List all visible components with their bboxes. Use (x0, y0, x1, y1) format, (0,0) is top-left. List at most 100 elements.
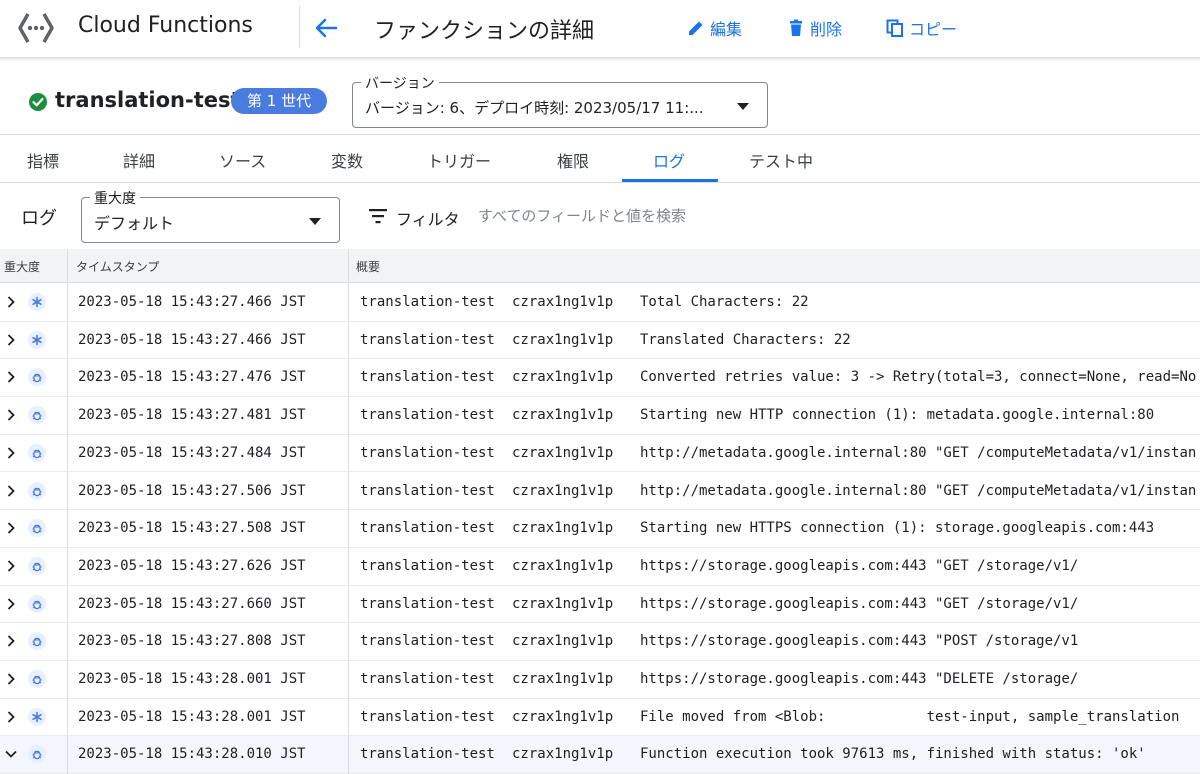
log-summary: Starting new HTTPS connection (1): stora… (640, 520, 1155, 537)
column-header-summary[interactable]: 概要 (356, 258, 380, 275)
log-summary: https://storage.googleapis.com:443 "DELE… (640, 671, 1079, 687)
log-function-name: translation-test (360, 331, 495, 348)
bug-icon (32, 411, 42, 421)
dropdown-arrow-icon (737, 103, 749, 110)
log-execution-id: czrax1ng1v1p (512, 520, 614, 537)
filter-icon[interactable] (368, 207, 388, 225)
tab-permissions[interactable]: 権限 (557, 148, 589, 172)
severity-select[interactable]: 重大度 デフォルト (81, 188, 340, 243)
severity-debug-icon (28, 406, 46, 425)
log-execution-id: czrax1ng1v1p (512, 331, 614, 348)
tab-triggers[interactable]: トリガー (427, 148, 491, 172)
column-header-timestamp[interactable]: タイムスタンプ (76, 258, 159, 275)
log-row[interactable]: 2023-05-18 15:43:27.626 JST translation-t… (0, 548, 1200, 586)
chevron-right-icon[interactable] (4, 559, 18, 573)
log-row[interactable]: 2023-05-18 15:43:28.010 JST translation-t… (0, 736, 1200, 774)
log-row[interactable]: 2023-05-18 15:43:27.506 JST translation-t… (0, 473, 1200, 511)
chevron-right-icon[interactable] (4, 634, 18, 648)
generation-badge: 第 1 世代 (231, 88, 328, 114)
log-execution-id: czrax1ng1v1p (512, 633, 614, 650)
filter-label[interactable]: フィルタ (396, 206, 460, 230)
severity-debug-icon (28, 368, 46, 387)
severity-debug-icon (28, 594, 46, 613)
severity-default-icon (28, 707, 46, 726)
tab-logs[interactable]: ログ (653, 148, 685, 172)
log-execution-id: czrax1ng1v1p (512, 444, 614, 461)
severity-debug-icon (28, 745, 46, 764)
log-timestamp: 2023-05-18 15:43:28.001 JST (78, 708, 306, 725)
copy-label: コピー (909, 20, 958, 39)
log-function-name: translation-test (360, 369, 495, 386)
chevron-right-icon[interactable] (4, 521, 18, 535)
log-table-header: 重大度 タイムスタンプ 概要 (0, 249, 1200, 283)
check-circle-icon (29, 93, 47, 111)
top-bar: Cloud Functions ファンクションの詳細 編集 削除 コピー (0, 0, 1200, 58)
asterisk-icon (32, 334, 42, 345)
log-timestamp: 2023-05-18 15:43:27.626 JST (78, 557, 306, 574)
chevron-right-icon[interactable] (4, 597, 18, 611)
log-function-name: translation-test (360, 708, 495, 725)
chevron-right-icon[interactable] (4, 333, 18, 347)
column-separator (67, 249, 68, 774)
log-row[interactable]: 2023-05-18 15:43:27.660 JST translation-t… (0, 586, 1200, 624)
version-select[interactable]: バージョン バージョン: 6、デプロイ時刻: 2023/05/17 11:... (352, 73, 768, 128)
tab-details[interactable]: 詳細 (123, 148, 155, 172)
log-function-name: translation-test (360, 407, 495, 424)
log-row[interactable]: 2023-05-18 15:43:27.484 JST translation-t… (0, 435, 1200, 473)
log-summary: Total Characters: 22 (640, 294, 809, 310)
bug-icon (32, 524, 42, 534)
severity-debug-icon (28, 670, 46, 688)
edit-button[interactable]: 編集 (686, 16, 742, 40)
filter-search-input[interactable] (478, 203, 1178, 229)
log-execution-id: czrax1ng1v1p (512, 671, 614, 687)
log-row[interactable]: 2023-05-18 15:43:27.808 JST translation-t… (0, 623, 1200, 661)
severity-debug-icon (28, 481, 46, 500)
log-timestamp: 2023-05-18 15:43:28.001 JST (78, 671, 306, 687)
log-execution-id: czrax1ng1v1p (512, 369, 614, 386)
copy-button[interactable]: コピー (885, 16, 957, 40)
back-arrow-icon[interactable] (312, 14, 340, 42)
trash-icon (790, 19, 802, 36)
log-row[interactable]: 2023-05-18 15:43:27.481 JST translation-t… (0, 397, 1200, 435)
bug-icon (32, 600, 42, 609)
log-timestamp: 2023-05-18 15:43:27.481 JST (78, 407, 306, 424)
log-timestamp: 2023-05-18 15:43:27.484 JST (78, 444, 306, 461)
log-row[interactable]: 2023-05-18 15:43:28.001 JST translation-t… (0, 661, 1200, 699)
log-timestamp: 2023-05-18 15:43:27.476 JST (78, 369, 306, 386)
column-header-severity[interactable]: 重大度 (4, 258, 40, 275)
tab-testing[interactable]: テスト中 (749, 148, 813, 172)
log-function-name: translation-test (360, 671, 495, 687)
log-row[interactable]: 2023-05-18 15:43:27.466 JST translation-t… (0, 284, 1200, 322)
log-timestamp: 2023-05-18 15:43:27.808 JST (78, 633, 306, 650)
log-row[interactable]: 2023-05-18 15:43:27.476 JST translation-t… (0, 359, 1200, 398)
log-row[interactable]: 2023-05-18 15:43:27.466 JST translation-t… (0, 322, 1200, 360)
chevron-right-icon[interactable] (4, 370, 18, 384)
asterisk-icon (32, 711, 42, 722)
severity-default-icon (28, 293, 46, 311)
tab-source[interactable]: ソース (219, 148, 266, 172)
asterisk-icon (32, 296, 42, 308)
log-function-name: translation-test (360, 557, 495, 574)
log-row[interactable]: 2023-05-18 15:43:28.001 JST translation-t… (0, 699, 1200, 737)
chevron-right-icon[interactable] (4, 408, 18, 422)
log-execution-id: czrax1ng1v1p (512, 557, 614, 574)
chevron-right-icon[interactable] (4, 446, 18, 460)
chevron-right-icon[interactable] (4, 484, 18, 498)
dropdown-arrow-icon (309, 218, 321, 225)
chevron-right-icon[interactable] (4, 672, 18, 686)
tab-variables[interactable]: 変数 (331, 148, 363, 172)
chevron-right-icon[interactable] (4, 710, 18, 724)
copy-icon (886, 19, 903, 37)
cloud-functions-logo-icon (18, 13, 54, 43)
severity-default-icon (28, 330, 46, 349)
log-function-name: translation-test (360, 444, 495, 461)
severity-debug-icon (28, 443, 46, 462)
log-row[interactable]: 2023-05-18 15:43:27.508 JST translation-t… (0, 510, 1200, 548)
log-timestamp: 2023-05-18 15:43:27.506 JST (78, 482, 306, 499)
chevron-right-icon[interactable] (4, 295, 18, 309)
chevron-down-icon[interactable] (4, 747, 18, 761)
topbar-shadow (0, 58, 1200, 62)
tab-metrics[interactable]: 指標 (27, 148, 59, 172)
delete-button[interactable]: 削除 (786, 16, 842, 40)
log-timestamp: 2023-05-18 15:43:27.660 JST (78, 595, 306, 612)
